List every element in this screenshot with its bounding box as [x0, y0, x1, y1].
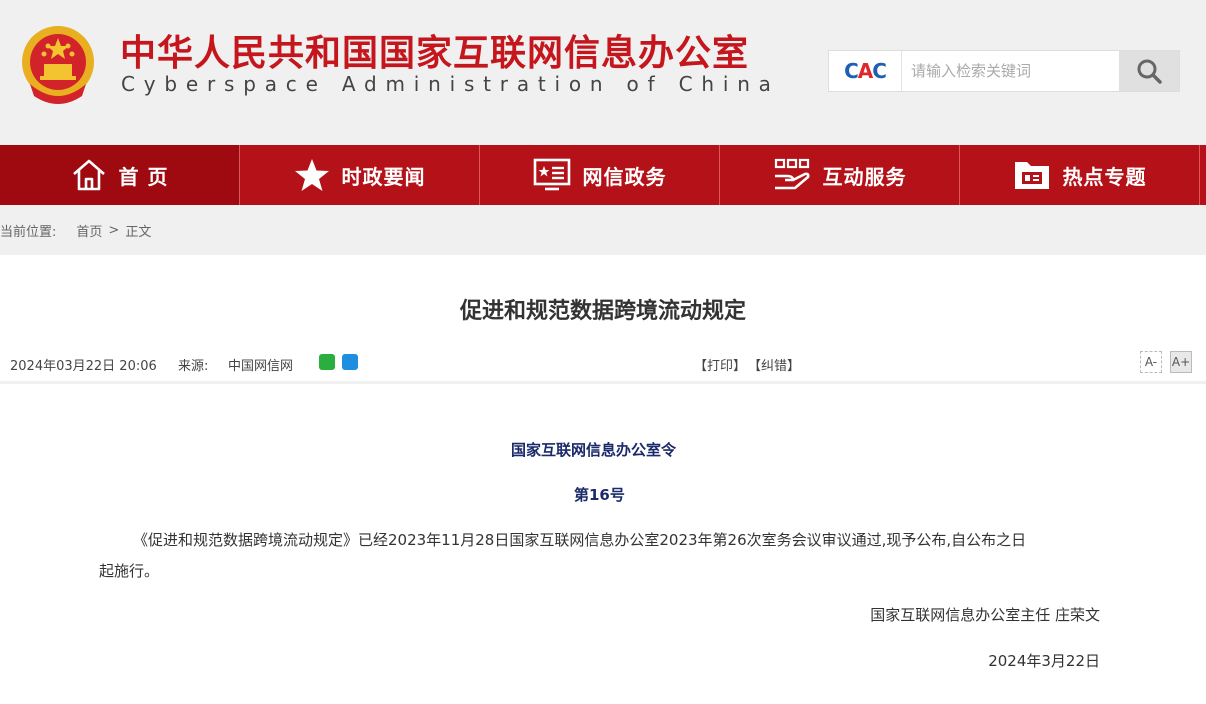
print-link[interactable]: 【打印】 [694, 355, 746, 374]
hand-icon [774, 158, 809, 190]
article-meta: 2024年03月22日 20:06 来源: 中国网信网 【打印】 【纠错】 A-… [0, 345, 1206, 384]
order-title: 国家互联网信息办公室令 [511, 441, 677, 459]
nav-label: 首 页 [118, 164, 169, 189]
nav-affairs[interactable]: 网信政务 [480, 145, 720, 205]
source-label: 来源: [178, 359, 209, 374]
breadcrumb-current: 正文 [125, 224, 152, 240]
site-header: 中华人民共和国国家互联网信息办公室 Cyberspace Administrat… [0, 0, 1206, 145]
article-body: 国家互联网信息办公室令 第16号 《促进和规范数据跨境流动规定》已经2023年1… [0, 384, 1206, 704]
search-icon [1137, 59, 1162, 84]
body-paragraph-line: 起施行。 [99, 562, 160, 580]
nav-news[interactable]: 时政要闻 [240, 145, 480, 205]
site-subtitle: Cyberspace Administration of China [121, 72, 780, 96]
nav-home[interactable]: 首 页 [0, 145, 240, 205]
breadcrumb: 当前位置: 首页 > 正文 [0, 205, 1206, 255]
main-nav: 首 页 时政要闻 网信政务 互动服务 热点专题 [0, 145, 1206, 205]
screen-star-icon [533, 158, 570, 191]
nav-topics[interactable]: 热点专题 [960, 145, 1200, 205]
font-decrease-button[interactable]: A- [1140, 351, 1162, 373]
breadcrumb-prefix: 当前位置: [0, 224, 57, 240]
signature-date: 2024年3月22日 [988, 652, 1100, 670]
search-box: CAC [828, 50, 1180, 92]
correct-link[interactable]: 【纠错】 [748, 355, 800, 374]
signature: 国家互联网信息办公室主任 庄荣文 [870, 606, 1100, 624]
body-paragraph-line: 《促进和规范数据跨境流动规定》已经2023年11月28日国家互联网信息办公室20… [133, 531, 1027, 549]
nav-label: 时政要闻 [341, 164, 426, 189]
star-icon [294, 159, 329, 191]
source-name: 中国网信网 [228, 359, 294, 374]
nav-label: 互动服务 [822, 164, 907, 189]
nav-label: 网信政务 [582, 164, 667, 189]
home-icon [72, 159, 105, 191]
order-number: 第16号 [574, 486, 625, 504]
search-input[interactable] [903, 51, 1119, 91]
breadcrumb-home-link[interactable]: 首页 [76, 221, 102, 240]
nav-label: 热点专题 [1062, 164, 1147, 189]
search-button[interactable] [1119, 51, 1179, 91]
qzone-share-icon[interactable] [342, 354, 358, 370]
national-emblem-icon [22, 26, 94, 104]
site-title: 中华人民共和国国家互联网信息办公室 [120, 33, 750, 74]
page-title: 促进和规范数据跨境流动规定 [459, 299, 746, 324]
nav-service[interactable]: 互动服务 [720, 145, 960, 205]
breadcrumb-separator: > [108, 222, 120, 238]
cac-logo: CAC [829, 51, 902, 91]
wechat-share-icon[interactable] [319, 354, 335, 370]
publish-date: 2024年03月22日 20:06 [10, 359, 157, 374]
folder-icon [1014, 162, 1049, 189]
font-increase-button[interactable]: A+ [1170, 351, 1192, 373]
